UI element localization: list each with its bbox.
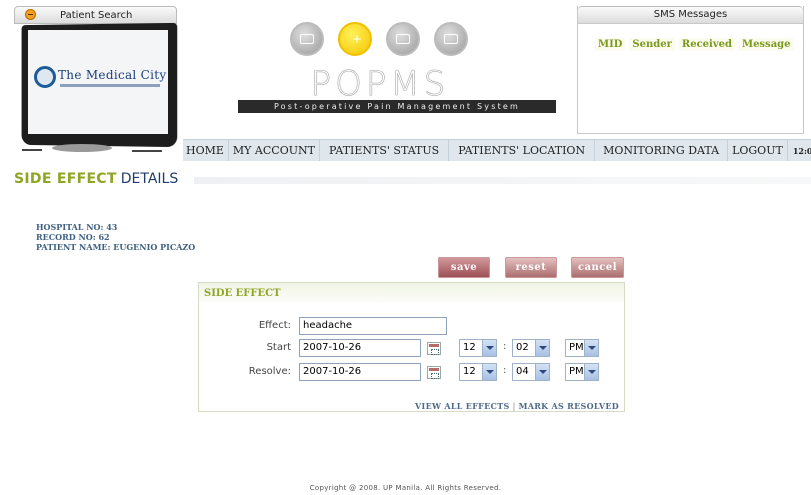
- start-date-input[interactable]: 2007-10-26: [299, 339, 421, 357]
- resolve-row: Resolve: 2007-10-26 12 : 04 PM: [199, 363, 624, 381]
- page-title-secondary: DETAILS: [120, 171, 179, 187]
- page-title: SIDE EFFECT DETAILS: [14, 171, 178, 187]
- logo-tagline-bar: [60, 84, 160, 87]
- nav-my-account[interactable]: MY ACCOUNT: [229, 140, 320, 161]
- start-row: Start 2007-10-26 12 : 02 PM: [199, 339, 624, 357]
- reset-button[interactable]: reset: [505, 257, 557, 278]
- sms-messages-panel: SMS Messages MID Sender Received Message: [577, 6, 804, 134]
- popms-icon-row: +: [290, 22, 480, 56]
- resolve-date-input[interactable]: 2007-10-26: [299, 363, 421, 381]
- nav-home[interactable]: HOME: [183, 140, 229, 161]
- effect-label: Effect:: [258, 320, 291, 331]
- link-separator: |: [512, 402, 516, 411]
- calendar-icon[interactable]: [427, 366, 441, 379]
- chevron-down-icon: [535, 364, 549, 380]
- monitor-screen: The Medical City: [28, 30, 168, 134]
- resolve-hour-select[interactable]: 12: [459, 363, 497, 381]
- record-no: RECORD NO: 62: [36, 232, 110, 242]
- chevron-down-icon: [584, 364, 598, 380]
- title-divider: [194, 177, 811, 184]
- sms-col-sender: Sender: [629, 38, 675, 51]
- mark-as-resolved-link[interactable]: MARK AS RESOLVED: [519, 401, 619, 411]
- sms-col-received: Received: [678, 38, 735, 51]
- clock: 12:04:41 pm: [792, 146, 811, 156]
- start-ampm-value: PM: [569, 342, 584, 353]
- popms-circle-icon: [290, 22, 324, 56]
- medical-city-seal-icon: [34, 66, 56, 88]
- collapse-icon[interactable]: [25, 9, 36, 20]
- main-nav: HOME MY ACCOUNT PATIENTS' STATUS PATIENT…: [183, 139, 811, 161]
- effect-input[interactable]: headache: [299, 317, 447, 335]
- sms-messages-title: SMS Messages: [578, 6, 803, 24]
- nav-patients-location[interactable]: PATIENTS' LOCATION: [449, 140, 596, 161]
- popms-circle-icon: [386, 22, 420, 56]
- app-subtitle: Post-operative Pain Management System: [238, 100, 556, 113]
- page-title-primary: SIDE EFFECT: [14, 171, 117, 187]
- patient-info: HOSPITAL NO: 43 RECORD NO: 62 PATIENT NA…: [36, 222, 195, 252]
- start-label: Start: [266, 342, 291, 353]
- sms-col-mid: MID: [595, 38, 626, 51]
- medical-city-logo-text: The Medical City: [58, 68, 167, 82]
- copyright: Copyright @ 2008. UP Manila. All Rights …: [309, 484, 502, 492]
- monitor-stand: [22, 144, 172, 154]
- nav-monitoring-data[interactable]: MONITORING DATA: [595, 140, 729, 161]
- popms-circle-icon: [434, 22, 468, 56]
- side-effect-panel: SIDE EFFECT Effect: headache Start 2007-…: [198, 282, 625, 412]
- side-effect-heading: SIDE EFFECT: [199, 283, 624, 303]
- sms-col-message: Message: [739, 38, 794, 51]
- start-hour-value: 12: [463, 342, 476, 353]
- chevron-down-icon: [482, 364, 496, 380]
- resolve-ampm-value: PM: [569, 366, 584, 377]
- view-all-effects-link[interactable]: VIEW ALL EFFECTS: [415, 401, 510, 411]
- time-colon: :: [503, 341, 507, 352]
- resolve-label: Resolve:: [248, 366, 291, 377]
- effect-row: Effect: headache: [199, 317, 624, 335]
- calendar-icon[interactable]: [427, 342, 441, 355]
- resolve-minute-value: 04: [516, 366, 529, 377]
- resolve-hour-value: 12: [463, 366, 476, 377]
- popms-active-circle-icon: +: [338, 22, 372, 56]
- resolve-minute-select[interactable]: 04: [512, 363, 550, 381]
- start-ampm-select[interactable]: PM: [565, 339, 599, 357]
- save-button[interactable]: save: [438, 257, 490, 278]
- chevron-down-icon: [482, 340, 496, 356]
- resolve-ampm-select[interactable]: PM: [565, 363, 599, 381]
- start-hour-select[interactable]: 12: [459, 339, 497, 357]
- medical-city-monitor-logo: The Medical City: [14, 22, 182, 156]
- start-minute-value: 02: [516, 342, 529, 353]
- patient-search-title: Patient Search: [60, 10, 133, 21]
- nav-patients-status[interactable]: PATIENTS' STATUS: [320, 140, 450, 161]
- app-title: POPMS: [310, 64, 450, 104]
- time-colon: :: [503, 365, 507, 376]
- sms-table-header: MID Sender Received Message: [595, 38, 798, 51]
- chevron-down-icon: [584, 340, 598, 356]
- hospital-no: HOSPITAL NO: 43: [36, 222, 118, 232]
- nav-logout[interactable]: LOGOUT: [728, 140, 788, 161]
- chevron-down-icon: [535, 340, 549, 356]
- cancel-button[interactable]: cancel: [571, 257, 624, 278]
- patient-name: PATIENT NAME: EUGENIO PICAZO: [36, 242, 196, 252]
- patient-search-header[interactable]: Patient Search: [14, 6, 177, 24]
- start-minute-select[interactable]: 02: [512, 339, 550, 357]
- side-effect-links: VIEW ALL EFFECTS | MARK AS RESOLVED: [199, 401, 619, 411]
